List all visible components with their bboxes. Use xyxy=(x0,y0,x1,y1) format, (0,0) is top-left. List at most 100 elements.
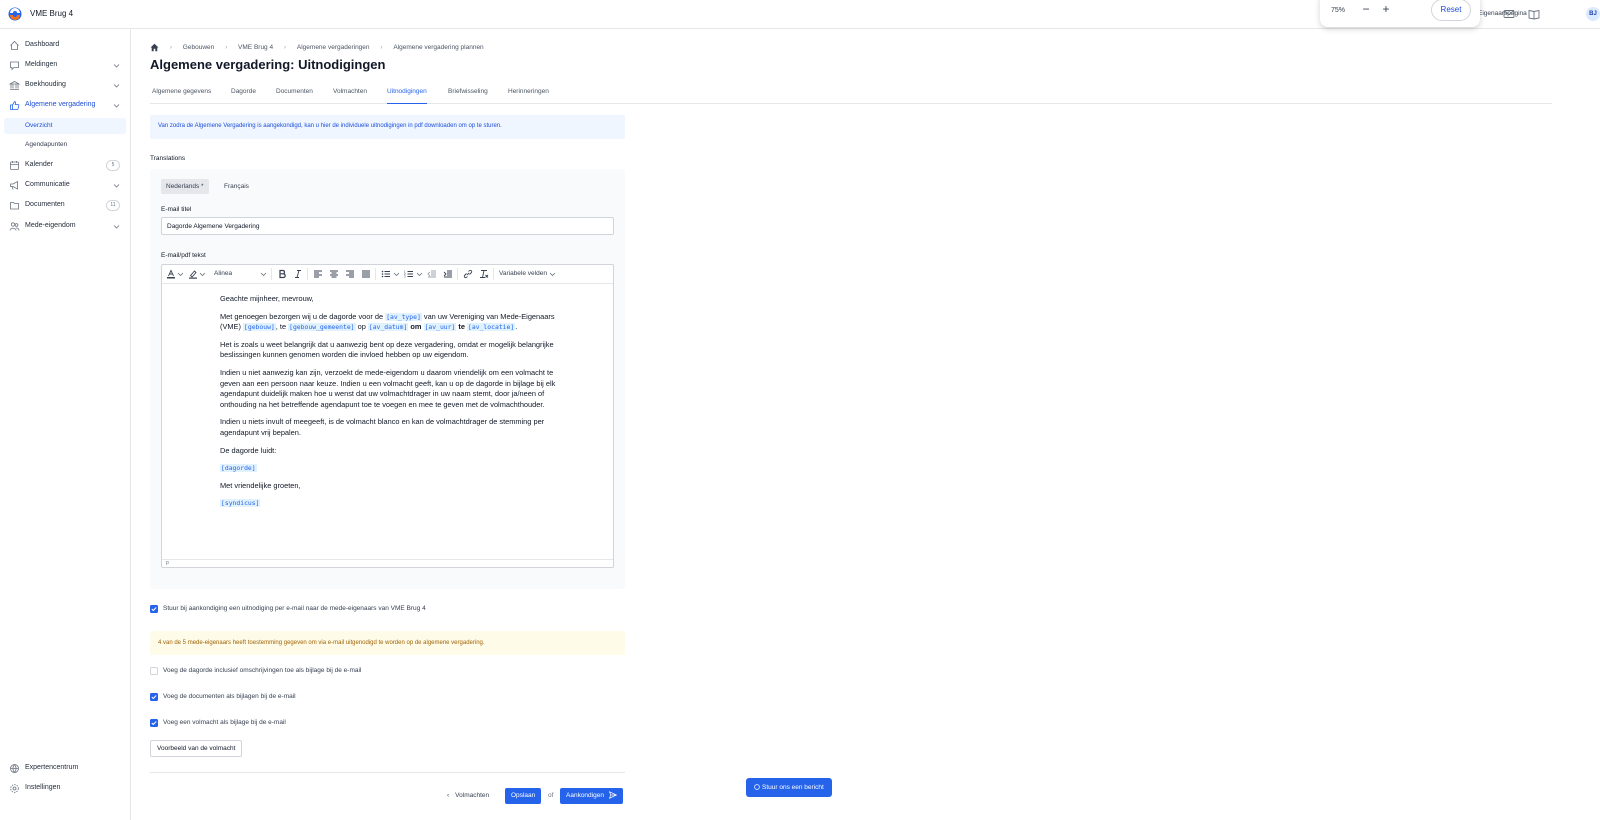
editor-paragraph: Het is zoals u weet belangrijk dat u aan… xyxy=(220,339,554,360)
chevron-down-icon xyxy=(113,84,120,88)
sidebar-item-documenten[interactable]: Documenten 11 xyxy=(4,197,126,214)
sidebar-item-boekhouding[interactable]: Boekhouding xyxy=(4,77,126,94)
page-title: Algemene vergadering: Uitnodigingen xyxy=(150,57,386,72)
italic-icon[interactable] xyxy=(293,269,303,279)
numbered-list-icon[interactable]: 123 xyxy=(404,269,414,279)
app-logo-icon[interactable] xyxy=(8,7,22,21)
chevron-down-icon[interactable] xyxy=(416,269,423,279)
breadcrumb-item[interactable]: VME Brug 4 xyxy=(238,44,273,51)
breadcrumb-item[interactable]: Algemene vergaderingen xyxy=(297,44,370,51)
tab-volmachten[interactable]: Volmachten xyxy=(333,88,367,104)
breadcrumb: › Gebouwen › VME Brug 4 › Algemene verga… xyxy=(150,43,484,53)
tab-briefwisseling[interactable]: Briefwisseling xyxy=(448,88,488,104)
tab-algemene-gegevens[interactable]: Algemene gegevens xyxy=(152,88,211,104)
back-volmachten-link[interactable]: ‹ Volmachten xyxy=(447,792,489,799)
chevron-down-icon[interactable] xyxy=(549,269,556,279)
indent-icon[interactable] xyxy=(443,269,453,279)
chevron-down-icon[interactable] xyxy=(393,269,400,279)
outdent-icon[interactable] xyxy=(427,269,437,279)
checkbox[interactable] xyxy=(150,667,158,675)
variable-fields-select[interactable]: Variabele velden xyxy=(499,270,547,277)
tab-herinneringen[interactable]: Herinneringen xyxy=(508,88,549,104)
thumbs-up-icon xyxy=(10,101,20,110)
link-icon[interactable] xyxy=(463,269,473,279)
align-justify-icon[interactable] xyxy=(361,269,371,279)
check-icon xyxy=(151,607,157,612)
align-left-icon[interactable] xyxy=(313,269,323,279)
chat-message-button[interactable]: Stuur ons een bericht xyxy=(746,778,832,797)
sidebar-subitem-overzicht[interactable]: Overzicht xyxy=(4,118,126,134)
variable-tag: [av_datum] xyxy=(367,323,409,332)
sidebar-item-label: Communicatie xyxy=(25,181,70,188)
preview-proxy-button[interactable]: Voorbeeld van de volmacht xyxy=(150,740,243,757)
chevron-down-icon xyxy=(113,104,120,108)
lang-tab-francais[interactable]: Français xyxy=(219,179,254,194)
checkbox[interactable] xyxy=(150,605,158,613)
sidebar-item-mede-eigendom[interactable]: Mede-eigendom xyxy=(4,218,126,235)
zoom-out-button[interactable]: − xyxy=(1359,2,1373,16)
count-badge: 11 xyxy=(106,200,120,211)
sidebar-item-communicatie[interactable]: Communicatie xyxy=(4,177,126,194)
zoom-in-button[interactable]: + xyxy=(1379,2,1393,16)
sidebar-subitem-label: Overzicht xyxy=(25,122,53,129)
toolbar-divider xyxy=(375,268,376,280)
calendar-icon xyxy=(10,161,19,170)
chevron-down-icon[interactable] xyxy=(199,269,206,279)
tab-uitnodigingen[interactable]: Uitnodigingen xyxy=(387,88,427,104)
email-title-label: E-mail titel xyxy=(161,206,192,213)
chat-icon xyxy=(10,61,19,71)
sidebar-item-meldingen[interactable]: Meldingen xyxy=(4,57,126,74)
highlight-icon[interactable] xyxy=(188,269,198,279)
user-avatar[interactable]: BJ xyxy=(1586,7,1600,21)
bullet-list-icon[interactable] xyxy=(381,269,391,279)
sidebar-item-kalender[interactable]: Kalender 5 xyxy=(4,157,126,174)
zoom-reset-button[interactable]: Reset xyxy=(1431,0,1471,21)
info-alert-text: Van zodra de Algemene Vergadering is aan… xyxy=(158,123,502,129)
sidebar-item-algemene-vergadering[interactable]: Algemene vergadering xyxy=(4,97,126,114)
count-badge: 5 xyxy=(106,160,120,171)
sidebar-subitem-label: Agendapunten xyxy=(25,141,68,148)
variable-tag: [gebouw_gemeente] xyxy=(288,323,356,332)
chevron-down-icon[interactable] xyxy=(177,269,184,279)
editor-paragraph: [syndicus] xyxy=(220,498,565,509)
sidebar-item-label: Mede-eigendom xyxy=(25,222,76,229)
sidebar-item-expertencentrum[interactable]: Expertencentrum xyxy=(4,760,126,777)
folder-icon xyxy=(10,202,19,210)
tab-dagorde[interactable]: Dagorde xyxy=(231,88,256,104)
sidebar-subitem-agendapunten[interactable]: Agendapunten xyxy=(4,137,126,153)
toolbar-divider xyxy=(493,268,494,280)
lang-tab-nederlands[interactable]: Nederlands * xyxy=(161,179,209,194)
email-title-input[interactable] xyxy=(161,217,614,235)
mail-icon[interactable] xyxy=(1503,8,1515,20)
align-right-icon[interactable] xyxy=(345,269,355,279)
chevron-down-icon[interactable] xyxy=(260,269,267,279)
text-color-icon[interactable] xyxy=(166,269,176,279)
rich-text-editor[interactable]: Alinea 123 Variabele velden Geachte mijn… xyxy=(161,264,614,568)
sidebar-item-dashboard[interactable]: Dashboard xyxy=(4,37,126,54)
variable-tag: [syndicus] xyxy=(220,499,261,508)
editor-paragraph: Indien u niet aanwezig kan zijn, verzoek… xyxy=(220,367,556,409)
bold-icon[interactable] xyxy=(277,269,287,279)
paragraph-style-select[interactable]: Alinea xyxy=(214,270,232,277)
align-center-icon[interactable] xyxy=(329,269,339,279)
sidebar-item-instellingen[interactable]: Instellingen xyxy=(4,780,126,797)
checkbox[interactable] xyxy=(150,719,158,727)
megaphone-icon xyxy=(10,180,18,190)
tab-bar: Algemene gegevens Dagorde Documenten Vol… xyxy=(150,84,1552,104)
chevron-right-icon: › xyxy=(283,44,287,51)
checkbox[interactable] xyxy=(150,693,158,701)
checkbox-label: Voeg de dagorde inclusief omschrijvingen… xyxy=(163,667,362,674)
chevron-left-icon: ‹ xyxy=(447,792,450,799)
book-icon[interactable] xyxy=(1528,8,1540,20)
breadcrumb-item[interactable]: Gebouwen xyxy=(183,44,214,51)
editor-content[interactable]: Geachte mijnheer, mevrouw, Met genoegen … xyxy=(220,294,565,516)
tab-documenten[interactable]: Documenten xyxy=(276,88,313,104)
sidebar: Dashboard Meldingen Boekhouding Algemene… xyxy=(0,29,131,820)
editor-status-bar: p xyxy=(162,559,613,567)
home-icon xyxy=(10,40,19,50)
save-button[interactable]: Opslaan xyxy=(505,788,542,804)
or-text: of xyxy=(548,792,554,799)
announce-button[interactable]: Aankondigen xyxy=(560,788,623,804)
home-icon[interactable] xyxy=(150,43,159,52)
clear-format-icon[interactable] xyxy=(479,269,489,279)
